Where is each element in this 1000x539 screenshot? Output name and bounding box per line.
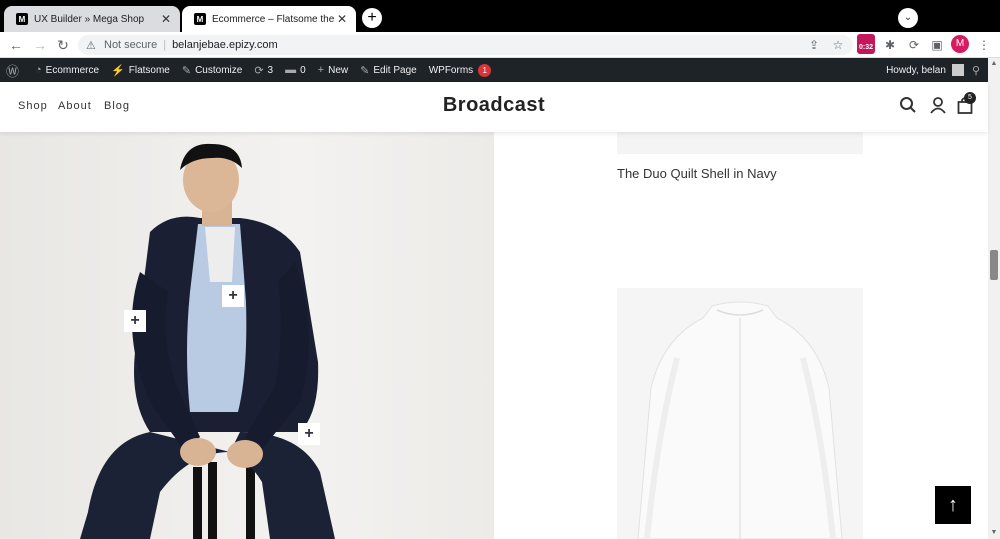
hotspot-add-button[interactable]: +: [298, 423, 320, 445]
url-text: belanjebae.epizy.com: [172, 39, 278, 51]
site-logo[interactable]: Broadcast: [0, 94, 988, 117]
dashboard-icon: ◔: [35, 64, 42, 76]
cart-count-badge: 5: [964, 92, 976, 104]
extension-timer-badge[interactable]: 0:32: [857, 34, 875, 54]
admin-item-new[interactable]: + New: [312, 58, 354, 82]
white-shirt-photo: [637, 301, 843, 539]
share-icon[interactable]: ⇪: [805, 36, 823, 54]
browser-tab-ux-builder[interactable]: M UX Builder » Mega Shop ✕: [4, 6, 180, 32]
search-icon[interactable]: [899, 96, 917, 114]
admin-item-updates[interactable]: ⟳ 3: [248, 58, 279, 82]
favicon-icon: M: [16, 13, 28, 25]
back-to-top-button[interactable]: ↑: [935, 486, 971, 524]
avatar: [951, 64, 964, 76]
hotspot-add-button[interactable]: +: [124, 310, 146, 332]
reload-icon[interactable]: ↻: [53, 35, 73, 55]
admin-item-comments[interactable]: ▬ 0: [279, 58, 312, 82]
wp-admin-bar: Ⓦ ◔ Ecommerce ⚡ Flatsome ✎ Customize ⟳ 3 ▬ 0 …: [0, 58, 988, 82]
site-header: Shop About Blog Broadcast: [0, 82, 988, 132]
tab-title: Ecommerce – Flatsome theme: [212, 13, 334, 25]
scroll-down-arrow-icon[interactable]: ▼: [988, 527, 1000, 539]
updates-icon: ⟳: [254, 64, 264, 77]
admin-item-wpforms[interactable]: WPForms 1: [423, 58, 497, 82]
product-image-previous[interactable]: [617, 132, 863, 154]
menu-kebab-icon[interactable]: ⋮: [975, 36, 993, 54]
tab-title: UX Builder » Mega Shop: [34, 13, 145, 25]
tab-search-chevron-icon[interactable]: ⌄: [898, 8, 918, 28]
side-panel-icon[interactable]: ▣: [928, 36, 946, 54]
browser-toolbar: ← → ↻ ⚠ Not secure | belanjebae.epizy.co…: [0, 32, 1000, 58]
brush-icon: ✎: [181, 64, 192, 77]
wpforms-count-badge: 1: [478, 63, 492, 77]
product-title[interactable]: The Duo Quilt Shell in Navy: [617, 166, 777, 181]
model-photo: [80, 143, 335, 539]
plus-icon: +: [317, 64, 325, 76]
security-label: Not secure: [104, 39, 158, 51]
favicon-icon: M: [194, 13, 206, 25]
admin-item-flatsome[interactable]: ⚡ Flatsome: [105, 58, 176, 82]
scrollbar-thumb[interactable]: [990, 250, 998, 280]
forward-arrow-icon[interactable]: →: [30, 35, 50, 55]
wordpress-logo-icon[interactable]: Ⓦ: [0, 58, 29, 82]
product-image-white-shirt[interactable]: [617, 288, 863, 539]
flatsome-icon: ⚡: [111, 64, 125, 77]
admin-item-ecommerce[interactable]: ◔ Ecommerce: [29, 58, 105, 82]
howdy-greeting: Howdy, belan: [886, 64, 946, 76]
new-tab-button[interactable]: +: [362, 8, 382, 28]
browser-tab-strip: M UX Builder » Mega Shop ✕ M Ecommerce –…: [0, 0, 1000, 32]
star-bookmark-icon[interactable]: ☆: [829, 36, 847, 54]
search-icon[interactable]: ⚲: [972, 64, 980, 77]
address-bar[interactable]: ⚠ Not secure | belanjebae.epizy.com: [78, 35, 853, 55]
back-arrow-icon[interactable]: ←: [6, 35, 26, 55]
warning-icon: ⚠: [86, 39, 96, 52]
page-content: + + + The Duo Quilt Shell in Navy: [0, 132, 988, 539]
browser-tab-ecommerce[interactable]: M Ecommerce – Flatsome theme ✕: [182, 6, 356, 32]
profile-avatar[interactable]: M: [951, 35, 969, 53]
pencil-icon: ✎: [360, 64, 370, 77]
extensions-puzzle-icon[interactable]: ✱: [881, 36, 899, 54]
comment-icon: ▬: [285, 64, 297, 76]
close-tab-icon[interactable]: ✕: [334, 12, 350, 26]
user-account-icon[interactable]: [929, 96, 947, 114]
page-scrollbar[interactable]: [988, 58, 1000, 539]
sync-icon[interactable]: ⟳: [905, 36, 923, 54]
admin-item-edit-page[interactable]: ✎ Edit Page: [354, 58, 423, 82]
close-tab-icon[interactable]: ✕: [158, 12, 174, 26]
admin-item-customize[interactable]: ✎ Customize: [176, 58, 248, 82]
hero-model-image: + + +: [0, 132, 494, 539]
hotspot-add-button[interactable]: +: [222, 285, 244, 307]
admin-bar-account[interactable]: Howdy, belan ⚲: [886, 58, 980, 82]
divider: |: [163, 39, 167, 51]
scroll-up-arrow-icon[interactable]: ▲: [988, 58, 1000, 70]
